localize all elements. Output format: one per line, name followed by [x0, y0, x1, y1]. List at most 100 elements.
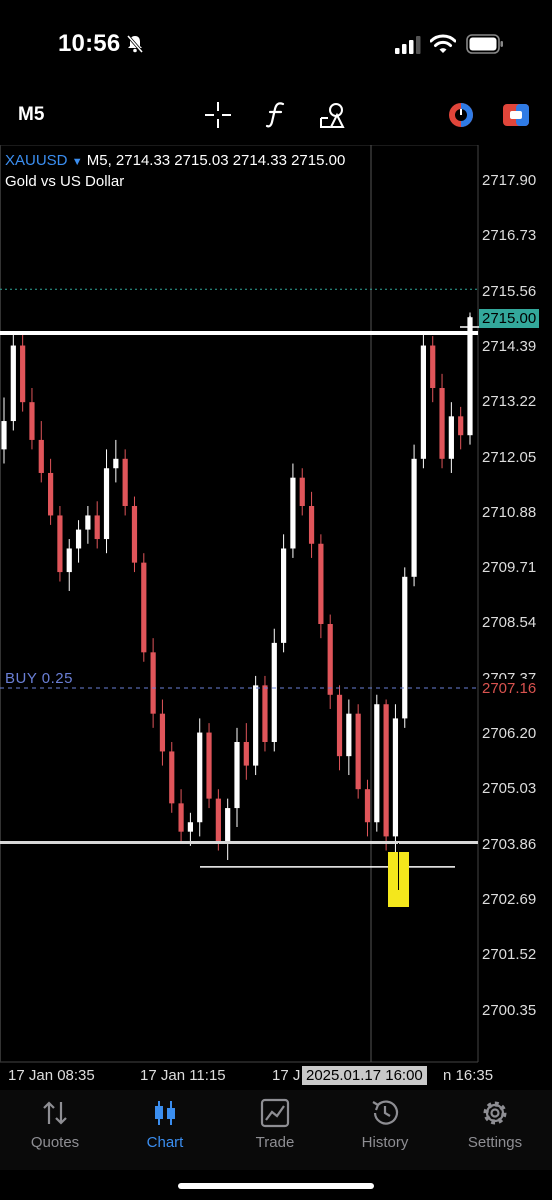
- candle-body: [243, 741, 249, 766]
- cellular-signal-icon: [395, 36, 421, 54]
- candle-body: [197, 732, 203, 823]
- candle-body: [290, 477, 296, 549]
- candle-body: [364, 789, 371, 823]
- status-time: 10:56: [58, 30, 121, 57]
- objects-icon[interactable]: [318, 100, 348, 130]
- candle-body: [299, 477, 305, 507]
- candle-body: [103, 468, 110, 540]
- settings-icon: [483, 1101, 507, 1125]
- tab-chart[interactable]: Chart: [110, 1090, 220, 1160]
- candle-body: [215, 798, 221, 842]
- symbol-dropdown-icon[interactable]: ▼: [72, 156, 83, 168]
- candle-body: [346, 713, 352, 757]
- candle-body: [48, 472, 54, 516]
- candle-body: [178, 803, 184, 832]
- candle-body: [374, 704, 380, 823]
- candle-body: [94, 515, 100, 540]
- candle-body: [122, 458, 128, 507]
- chart-icon: [155, 1101, 175, 1125]
- price-axis-label: 2713.22: [482, 393, 537, 411]
- price-axis-label: 2702.69: [482, 890, 537, 908]
- candle-body: [159, 713, 166, 752]
- candle-body: [10, 345, 16, 422]
- price-axis-label: 2700.35: [482, 1001, 537, 1019]
- trade-signal-icon[interactable]: [446, 100, 476, 130]
- tab-settings[interactable]: Settings: [440, 1090, 550, 1160]
- candle-body: [336, 694, 343, 757]
- ohlc-values: M5, 2714.33 2715.03 2714.33 2715.00: [86, 152, 346, 169]
- wifi-icon: [430, 34, 456, 53]
- price-axis-label: 2716.73: [482, 227, 537, 245]
- candle-body: [430, 345, 436, 389]
- candle-body: [29, 402, 35, 440]
- candle-body: [234, 741, 240, 809]
- candle-body: [57, 515, 63, 573]
- price-axis-label: 2712.05: [482, 448, 537, 466]
- candle-body: [169, 751, 175, 804]
- time-label-1: 17 Jan 08:35: [8, 1067, 95, 1084]
- price-axis-label: 2715.56: [482, 282, 537, 300]
- support-level-line: [0, 841, 478, 844]
- time-label-4: n 16:35: [443, 1067, 494, 1084]
- price-axis-label: 2714.39: [482, 337, 537, 355]
- price-axis-label: 2710.88: [482, 503, 537, 521]
- price-axis-label: 2708.54: [482, 614, 537, 632]
- candle-body: [253, 685, 259, 766]
- tab-quotes[interactable]: Quotes: [0, 1090, 110, 1160]
- buy-price-tag: 2707.16: [479, 679, 540, 698]
- candle-body: [1, 421, 7, 450]
- candle-body: [327, 623, 333, 695]
- candle-body: [131, 506, 138, 563]
- candle-body: [402, 576, 408, 719]
- candle-body: [271, 642, 277, 742]
- price-axis-label: 2703.86: [482, 835, 537, 853]
- time-label-3: 17 J: [272, 1067, 301, 1084]
- price-axis-label: 2709.71: [482, 559, 537, 577]
- candle-body: [187, 822, 193, 832]
- one-click-trading-icon[interactable]: [501, 100, 531, 130]
- candle-body: [448, 416, 454, 459]
- candle-body: [420, 345, 426, 459]
- timeframe-button[interactable]: M5: [18, 104, 44, 126]
- price-axis-label: 2717.90: [482, 172, 537, 189]
- function-icon[interactable]: [262, 100, 292, 130]
- battery-icon: [466, 34, 503, 54]
- price-axis-label: 2705.03: [482, 780, 537, 798]
- tab-history-label: History: [361, 1134, 409, 1151]
- candle-body: [75, 529, 82, 549]
- symbol-description: Gold vs US Dollar: [5, 173, 125, 190]
- crosshair-time-label: 2025.01.17 16:00: [302, 1066, 427, 1085]
- candle-body: [458, 416, 464, 436]
- price-axis-label: 2701.52: [482, 946, 537, 964]
- bell-off-icon: [126, 35, 144, 53]
- candle-body: [20, 345, 26, 403]
- symbol-name[interactable]: XAUUSD: [5, 152, 68, 169]
- tab-history[interactable]: History: [330, 1090, 440, 1160]
- candle-body: [150, 652, 156, 714]
- candle-body: [439, 388, 445, 459]
- crosshair-icon[interactable]: [203, 100, 233, 130]
- candle-body: [355, 713, 361, 790]
- quotes-icon: [43, 1101, 67, 1125]
- candle-body: [383, 704, 389, 837]
- candle-body: [206, 732, 212, 799]
- candle-body: [38, 439, 44, 473]
- tab-trade[interactable]: Trade: [220, 1090, 330, 1160]
- resistance-level-line: [0, 331, 478, 335]
- candle-body: [318, 543, 324, 624]
- price-axis-label: 2706.20: [482, 725, 537, 742]
- status-bar: 10:56: [0, 0, 552, 92]
- candle-body: [141, 562, 147, 653]
- candle-body: [66, 548, 72, 573]
- tab-chart-label: Chart: [146, 1134, 184, 1151]
- tab-settings-label: Settings: [467, 1134, 523, 1151]
- history-icon: [372, 1100, 399, 1125]
- tab-trade-label: Trade: [255, 1134, 295, 1151]
- current-price-tag: 2715.00: [479, 309, 540, 328]
- candle-body: [85, 515, 91, 530]
- candle-body: [411, 458, 417, 577]
- buy-position-label[interactable]: BUY 0.25: [5, 670, 73, 687]
- candle-body: [225, 808, 231, 842]
- home-indicator: [178, 1183, 374, 1189]
- price-chart[interactable]: [0, 145, 552, 1090]
